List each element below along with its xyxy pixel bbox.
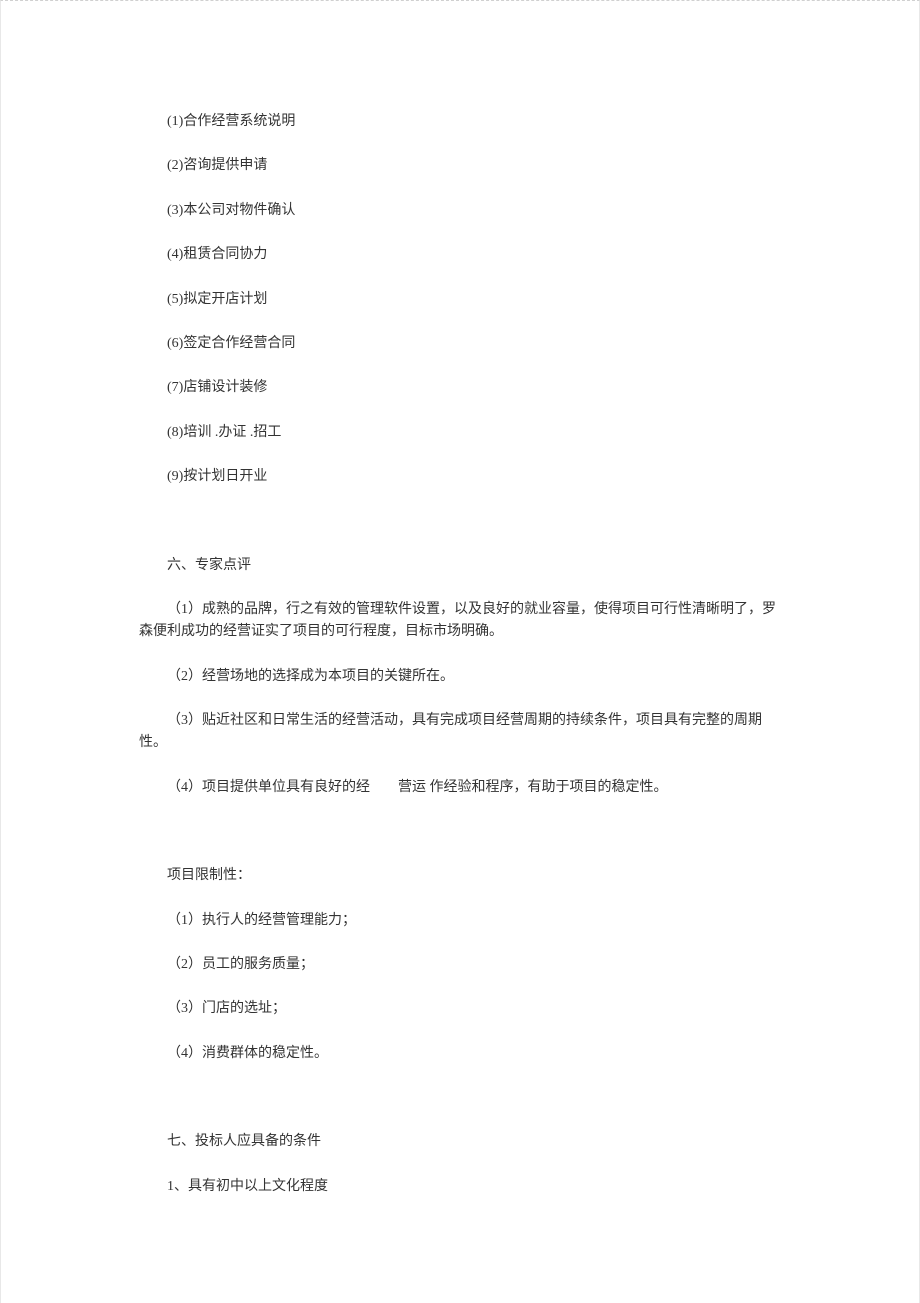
limits-heading: 项目限制性： <box>139 865 781 887</box>
step-item-4: (4)租赁合同协力 <box>139 244 781 266</box>
step-item-2: (2)咨询提供申请 <box>139 155 781 177</box>
expert-comment-4b: 营运 作经验和程序，有助于项目的稳定性。 <box>398 780 668 795</box>
section-6-heading: 六、专家点评 <box>139 555 781 577</box>
limit-item-2: （2）员工的服务质量； <box>139 954 781 976</box>
step-item-1: (1)合作经营系统说明 <box>139 111 781 133</box>
step-item-5: (5)拟定开店计划 <box>139 289 781 311</box>
section-gap <box>139 511 781 555</box>
step-item-3: (3)本公司对物件确认 <box>139 200 781 222</box>
step-item-9: (9)按计划日开业 <box>139 466 781 488</box>
expert-comment-1: （1）成熟的品牌，行之有效的管理软件设置，以及良好的就业容量，使得项目可行性清晰… <box>139 599 781 644</box>
section-gap <box>139 821 781 865</box>
section-7-heading: 七、投标人应具备的条件 <box>139 1131 781 1153</box>
limit-item-3: （3）门店的选址； <box>139 998 781 1020</box>
limit-item-4: （4）消费群体的稳定性。 <box>139 1043 781 1065</box>
section-gap <box>139 1087 781 1131</box>
step-item-7: (7)店铺设计装修 <box>139 377 781 399</box>
expert-comment-4a: （4）项目提供单位具有良好的经 <box>167 780 370 795</box>
step-item-6: (6)签定合作经营合同 <box>139 333 781 355</box>
bidder-condition-1: 1、具有初中以上文化程度 <box>139 1176 781 1198</box>
expert-comment-3: （3）贴近社区和日常生活的经营活动，具有完成项目经营周期的持续条件，项目具有完整… <box>139 710 781 755</box>
expert-comment-4: （4）项目提供单位具有良好的经 营运 作经验和程序，有助于项目的稳定性。 <box>139 777 781 799</box>
limit-item-1: （1）执行人的经营管理能力； <box>139 910 781 932</box>
step-item-8: (8)培训 .办证 .招工 <box>139 422 781 444</box>
document-page: (1)合作经营系统说明 (2)咨询提供申请 (3)本公司对物件确认 (4)租赁合… <box>0 0 920 1303</box>
expert-comment-2: （2）经营场地的选择成为本项目的关键所在。 <box>139 666 781 688</box>
